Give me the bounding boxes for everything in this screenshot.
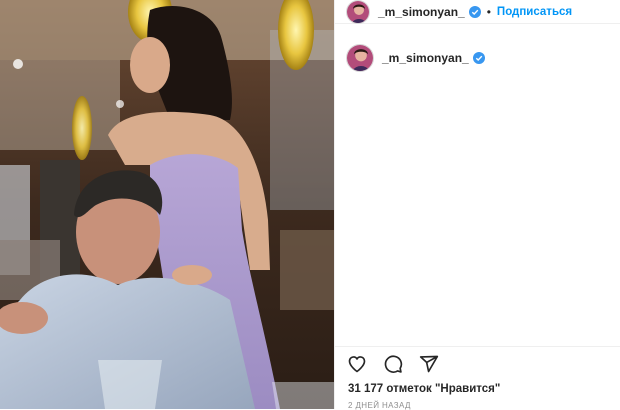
- instagram-post: _m_simonyan_ • Подписаться _m_simonyan_: [0, 0, 620, 410]
- share-icon[interactable]: [419, 354, 439, 374]
- caption-avatar[interactable]: [346, 44, 374, 72]
- caption-avatar-image: [347, 45, 373, 71]
- likes-count[interactable]: 31 177 отметок "Нравится": [348, 383, 500, 395]
- comment-icon[interactable]: [383, 354, 403, 374]
- author-username[interactable]: _m_simonyan_: [378, 5, 465, 19]
- avatar-image: [347, 0, 369, 23]
- caption-row: _m_simonyan_: [346, 44, 485, 72]
- caption-verified-badge-icon: [472, 52, 485, 64]
- post-actions: [347, 354, 455, 374]
- post-photo[interactable]: [0, 0, 334, 409]
- actions-divider: [335, 346, 620, 347]
- author-avatar[interactable]: [346, 0, 370, 24]
- header-separator: •: [486, 4, 491, 19]
- post-header: _m_simonyan_ • Подписаться: [335, 0, 620, 24]
- post-side-panel: _m_simonyan_ • Подписаться _m_simonyan_: [334, 0, 620, 410]
- caption-username[interactable]: _m_simonyan_: [382, 51, 469, 65]
- verified-badge-icon: [468, 5, 481, 18]
- post-photo-image: [0, 0, 334, 409]
- follow-button[interactable]: Подписаться: [497, 6, 572, 18]
- heart-icon[interactable]: [347, 354, 367, 374]
